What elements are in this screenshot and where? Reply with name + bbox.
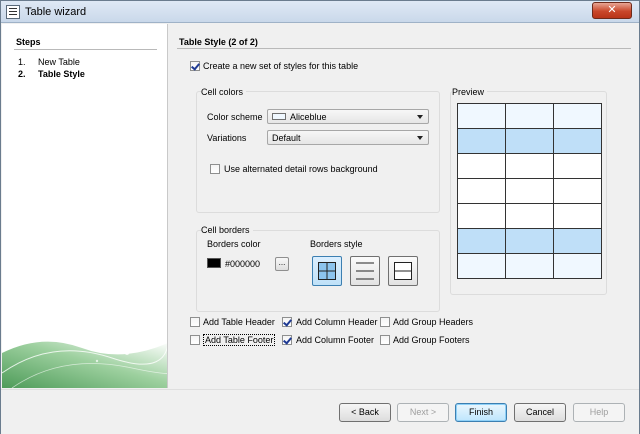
preview-row: [457, 228, 602, 254]
preview-cell: [457, 178, 506, 204]
steps-divider: [14, 49, 157, 50]
alternated-rows-checkbox[interactable]: [210, 164, 220, 174]
border-style-horizontal-button[interactable]: [350, 256, 380, 286]
page-title: Table Style (2 of 2): [179, 37, 258, 47]
preview-cell: [553, 253, 602, 279]
add-table-footer-label[interactable]: Add Table Footer: [203, 334, 276, 346]
close-button[interactable]: ✕: [592, 2, 632, 19]
borders-color-value: #000000: [225, 259, 261, 269]
preview-row: [457, 178, 602, 204]
preview-table: [457, 103, 602, 279]
preview-cell: [457, 128, 506, 154]
preview-cell: [553, 103, 602, 129]
variations-value: Default: [272, 133, 301, 143]
preview-title: Preview: [452, 87, 488, 97]
finish-button[interactable]: Finish: [455, 403, 507, 422]
preview-cell: [553, 178, 602, 204]
step-label: New Table: [38, 57, 80, 67]
border-style-all-button[interactable]: [312, 256, 342, 286]
add-group-footers-label[interactable]: Add Group Footers: [393, 335, 470, 345]
cell-borders-title: Cell borders: [201, 225, 253, 235]
step-item-new-table: 1. New Table: [18, 57, 80, 67]
preview-row: [457, 203, 602, 229]
back-button[interactable]: < Back: [339, 403, 391, 422]
color-scheme-value: Aliceblue: [290, 112, 327, 122]
preview-cell: [457, 228, 506, 254]
cancel-button[interactable]: Cancel: [514, 403, 566, 422]
add-column-footer-checkbox[interactable]: [282, 335, 292, 345]
create-styles-checkbox[interactable]: [190, 61, 200, 71]
variations-label: Variations: [207, 133, 247, 143]
wizard-content: Table Style (2 of 2) Create a new set of…: [169, 24, 639, 388]
close-icon: ✕: [607, 4, 617, 16]
preview-cell: [505, 203, 554, 229]
color-scheme-select[interactable]: Aliceblue: [267, 109, 429, 124]
page-title-divider: [177, 48, 631, 49]
window-title: Table wizard: [25, 6, 87, 18]
title-bar[interactable]: Table wizard ✕: [1, 1, 639, 23]
add-table-header-checkbox[interactable]: [190, 317, 200, 327]
chevron-down-icon: [417, 136, 423, 140]
preview-cell: [505, 228, 554, 254]
preview-cell: [553, 128, 602, 154]
preview-cell: [553, 153, 602, 179]
create-styles-label[interactable]: Create a new set of styles for this tabl…: [203, 61, 358, 71]
step-number: 1.: [18, 57, 26, 67]
preview-cell: [505, 253, 554, 279]
preview-row: [457, 153, 602, 179]
preview-cell: [553, 228, 602, 254]
chevron-down-icon: [417, 115, 423, 119]
steps-pane: Steps 1. New Table 2. Table Style: [2, 24, 168, 388]
preview-cell: [553, 203, 602, 229]
step-label: Table Style: [38, 69, 85, 79]
border-horizontal-icon: [356, 262, 374, 280]
step-item-table-style: 2. Table Style: [18, 69, 85, 79]
next-button[interactable]: Next >: [397, 403, 449, 422]
preview-cell: [457, 103, 506, 129]
preview-cell: [505, 178, 554, 204]
add-column-footer-label[interactable]: Add Column Footer: [296, 335, 374, 345]
border-all-icon: [318, 262, 336, 280]
add-column-header-checkbox[interactable]: [282, 317, 292, 327]
add-column-header-label[interactable]: Add Column Header: [296, 317, 378, 327]
preview-row: [457, 253, 602, 279]
decorative-swirl-art: [2, 341, 167, 388]
preview-row: [457, 128, 602, 154]
table-wizard-window: Table wizard ✕ Steps 1. New Table 2. Table…: [0, 0, 640, 434]
cell-colors-title: Cell colors: [201, 87, 247, 97]
preview-cell: [457, 203, 506, 229]
add-table-footer-checkbox[interactable]: [190, 335, 200, 345]
preview-cell: [505, 103, 554, 129]
ellipsis-icon: ...: [278, 258, 286, 267]
steps-title: Steps: [16, 37, 41, 47]
borders-color-swatch: [207, 258, 221, 268]
add-group-footers-checkbox[interactable]: [380, 335, 390, 345]
variations-select[interactable]: Default: [267, 130, 429, 145]
preview-cell: [505, 153, 554, 179]
borders-color-picker-button[interactable]: ...: [275, 257, 289, 271]
help-button[interactable]: Help: [573, 403, 625, 422]
preview-row: [457, 103, 602, 129]
borders-style-label: Borders style: [310, 239, 363, 249]
color-scheme-swatch: [272, 113, 286, 120]
preview-cell: [457, 253, 506, 279]
button-bar: < Back Next > Finish Cancel Help: [1, 389, 639, 434]
preview-cell: [505, 128, 554, 154]
add-table-header-label[interactable]: Add Table Header: [203, 317, 275, 327]
app-icon: [6, 5, 20, 19]
borders-color-label: Borders color: [207, 239, 261, 249]
alternated-rows-label[interactable]: Use alternated detail rows background: [224, 164, 378, 174]
add-group-headers-label[interactable]: Add Group Headers: [393, 317, 473, 327]
add-group-headers-checkbox[interactable]: [380, 317, 390, 327]
step-number: 2.: [18, 69, 26, 79]
color-scheme-label: Color scheme: [207, 112, 263, 122]
preview-cell: [457, 153, 506, 179]
border-style-outer-button[interactable]: [388, 256, 418, 286]
border-outer-icon: [394, 262, 412, 280]
